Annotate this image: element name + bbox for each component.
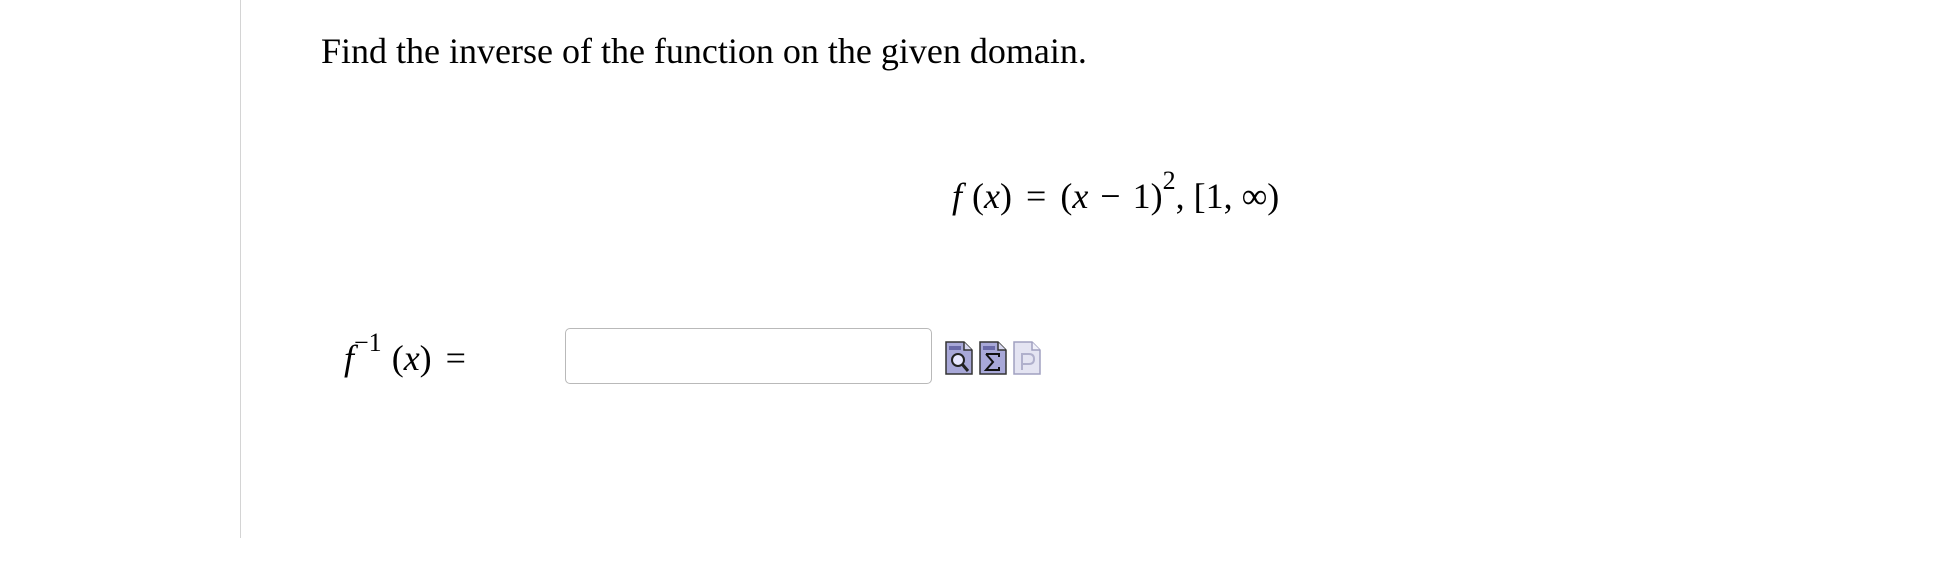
equation-editor-icon[interactable]: [978, 340, 1008, 376]
preview-icon[interactable]: [944, 340, 974, 376]
function-variable: x: [984, 176, 1000, 216]
inverse-function-name: f: [344, 338, 355, 378]
left-margin-divider: [240, 0, 241, 538]
exponent: 2: [1162, 166, 1176, 195]
expression-variable: x: [1072, 176, 1089, 216]
answer-input[interactable]: [565, 328, 932, 384]
function-name: f: [952, 176, 963, 216]
answer-tools: [944, 340, 1042, 376]
help-icon[interactable]: [1012, 340, 1042, 376]
expression-constant: 1: [1132, 176, 1151, 216]
minus-sign: −: [1100, 176, 1121, 216]
given-function: f (x) = (x −1)2, [1, ∞): [952, 168, 1280, 220]
answer-label: f−1 (x) =: [344, 330, 480, 382]
infinity-symbol: ∞: [1241, 176, 1268, 216]
inverse-variable: x: [403, 338, 420, 378]
inverse-superscript: −1: [354, 328, 382, 357]
question-prompt: Find the inverse of the function on the …: [321, 31, 1087, 71]
equals-sign: =: [1026, 176, 1047, 216]
domain-end: ): [1267, 176, 1280, 216]
domain-start: [1,: [1193, 176, 1233, 216]
answer-equals-sign: =: [445, 338, 466, 378]
